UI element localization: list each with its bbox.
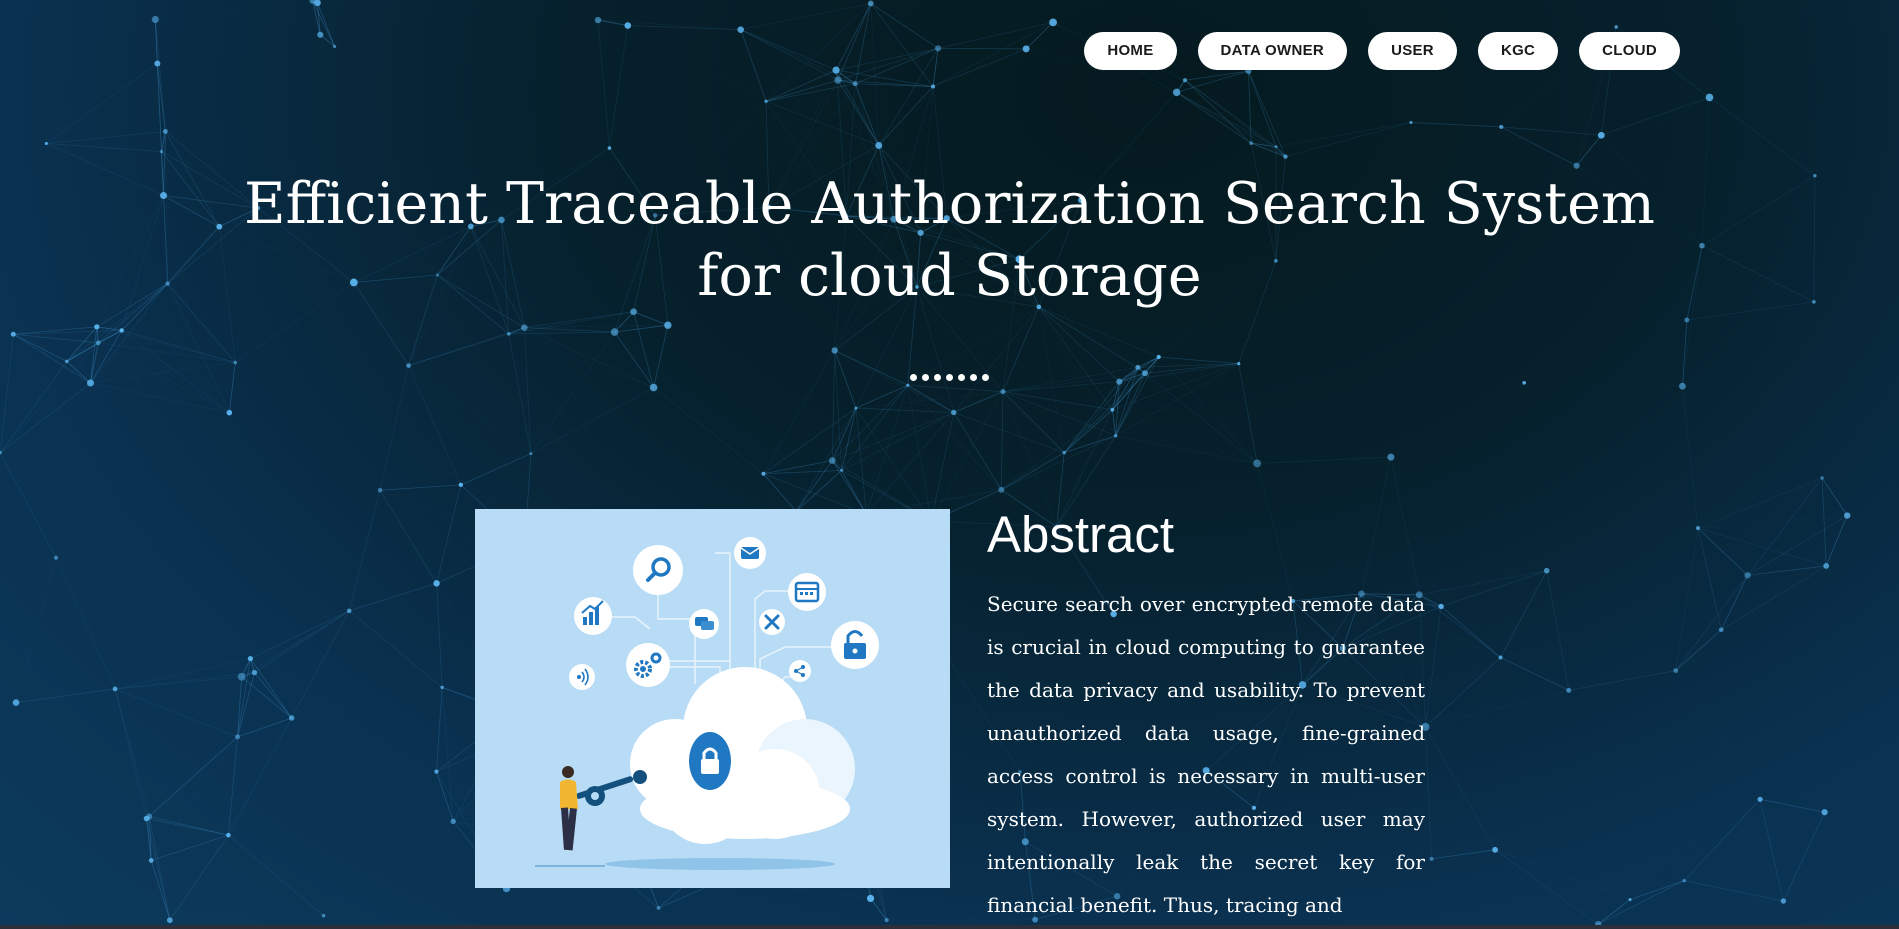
bar-chart-icon <box>574 597 612 635</box>
wifi-icon <box>569 664 595 690</box>
page-title-line-1: Efficient Traceable Authorization Search… <box>244 171 1655 237</box>
gear-icon <box>626 643 670 687</box>
nav-kgc-button[interactable]: KGC <box>1477 32 1559 70</box>
search-icon <box>633 545 683 595</box>
page-title-line-2: for cloud Storage <box>697 243 1202 309</box>
lock-icon <box>831 621 879 669</box>
calendar-icon <box>788 573 826 611</box>
cloud-lock-icon <box>605 667 855 870</box>
nav-user-button[interactable]: USER <box>1368 32 1457 70</box>
cloud-security-illustration <box>475 509 950 888</box>
tools-icon <box>759 609 785 635</box>
nav-data-owner-button[interactable]: DATA OWNER <box>1197 32 1348 70</box>
page-title: Efficient Traceable Authorization Search… <box>0 168 1899 312</box>
mail-icon <box>734 537 766 569</box>
share-icon <box>789 660 811 682</box>
bottom-edge <box>0 925 1899 929</box>
nav-cloud-button[interactable]: CLOUD <box>1579 32 1680 70</box>
chat-icon <box>689 609 719 639</box>
abstract-text: Secure search over encrypted remote data… <box>987 592 1425 917</box>
top-navigation: HOME DATA OWNER USER KGC CLOUD <box>1084 32 1680 70</box>
title-divider-dots <box>0 366 1899 385</box>
abstract-heading: Abstract <box>987 506 1175 563</box>
nav-home-button[interactable]: HOME <box>1084 32 1177 70</box>
person-figure <box>535 766 605 867</box>
key-icon <box>575 770 647 806</box>
